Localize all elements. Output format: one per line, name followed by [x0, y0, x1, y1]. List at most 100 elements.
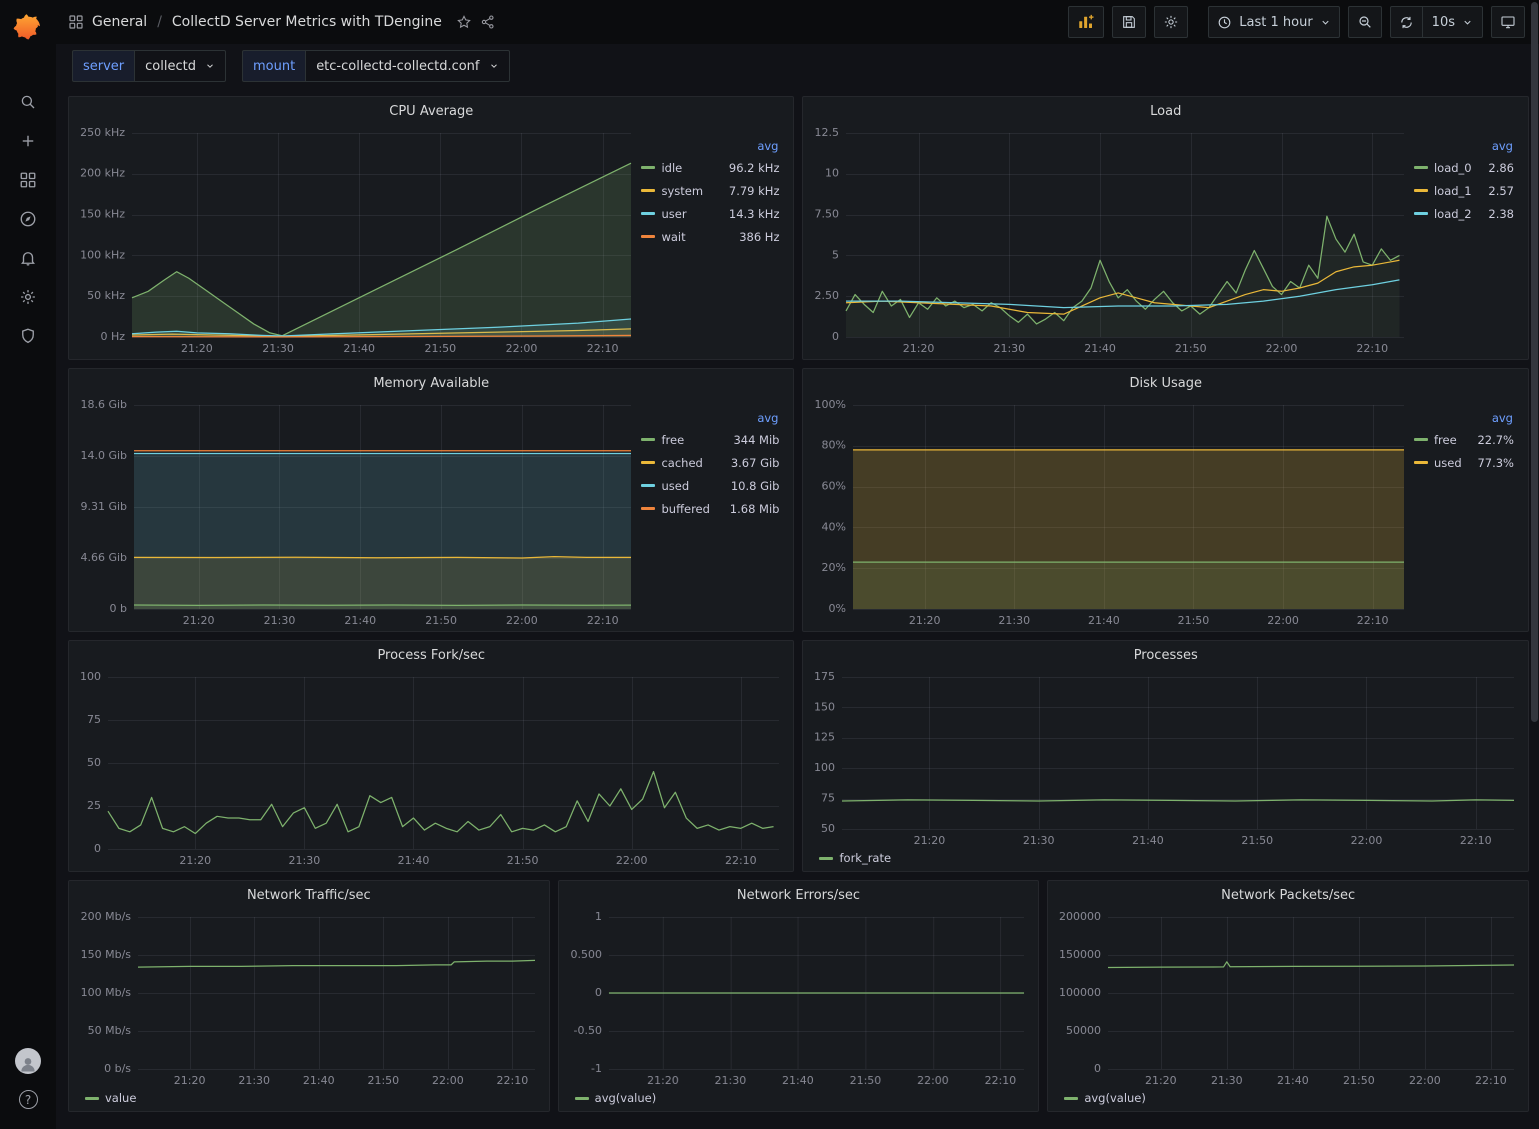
- topbar: General / CollectD Server Metrics with T…: [56, 0, 1539, 44]
- configuration-gear-icon[interactable]: [6, 277, 50, 316]
- refresh-interval-label: 10s: [1432, 15, 1455, 30]
- chart-network-packets[interactable]: [1054, 909, 1522, 1089]
- series-avg-value: 2.57: [1488, 184, 1514, 198]
- panel-legend: avg load_02.86load_12.57 load_2 2.38: [1412, 125, 1522, 357]
- chart-load[interactable]: [809, 125, 1412, 357]
- legend-item-load_2[interactable]: load_2 2.38: [1414, 202, 1514, 225]
- variable-mount: mount etc-collectd-collectd.conf: [242, 50, 510, 82]
- series-name: load_0: [1434, 161, 1472, 175]
- chart-memory-available[interactable]: [75, 397, 639, 629]
- explore-compass-icon[interactable]: [6, 199, 50, 238]
- panel-header[interactable]: Disk Usage: [803, 369, 1528, 397]
- panel-header[interactable]: Network Traffic/sec: [69, 881, 549, 909]
- server-admin-shield-icon[interactable]: [6, 316, 50, 355]
- panel-title[interactable]: Network Packets/sec: [1221, 888, 1355, 903]
- legend-avg-header[interactable]: avg: [1414, 411, 1514, 425]
- panel-header[interactable]: Network Packets/sec: [1048, 881, 1528, 909]
- chart-process-fork[interactable]: [75, 669, 787, 869]
- legend-item-value[interactable]: value: [85, 1091, 136, 1105]
- series-name: buffered: [661, 502, 709, 516]
- series-name: avg(value): [1084, 1091, 1146, 1105]
- legend-avg-header[interactable]: avg: [1414, 139, 1514, 153]
- dashboard-title[interactable]: CollectD Server Metrics with TDengine: [172, 14, 442, 30]
- legend-avg-header[interactable]: avg: [641, 411, 779, 425]
- series-avg-value: 2.38: [1488, 207, 1514, 221]
- cycle-view-button[interactable]: [1491, 6, 1525, 38]
- panel-header[interactable]: Process Fork/sec: [69, 641, 793, 669]
- legend-item-load_0[interactable]: load_02.86: [1414, 156, 1514, 179]
- legend-item-avg(value)[interactable]: avg(value): [1064, 1091, 1146, 1105]
- alerting-bell-icon[interactable]: [6, 238, 50, 277]
- panel-title[interactable]: Processes: [1134, 648, 1198, 663]
- grafana-logo-icon[interactable]: [8, 8, 48, 48]
- legend-item-free[interactable]: free344 Mib: [641, 428, 779, 451]
- legend-item-used[interactable]: used10.8 Gib: [641, 474, 779, 497]
- legend-item-user[interactable]: user14.3 kHz: [641, 202, 779, 225]
- breadcrumb-folder-link[interactable]: General: [92, 14, 147, 30]
- panel-header[interactable]: CPU Average: [69, 97, 793, 125]
- refresh-interval-select[interactable]: 10s: [1423, 6, 1483, 38]
- series-color-marker: [1414, 166, 1428, 169]
- star-icon[interactable]: [456, 14, 472, 30]
- panel-header[interactable]: Processes: [803, 641, 1528, 669]
- legend-item-idle[interactable]: idle96.2 kHz: [641, 156, 779, 179]
- panel-header[interactable]: Load: [803, 97, 1528, 125]
- chart-network-errors[interactable]: [565, 909, 1033, 1089]
- dashboard-settings-button[interactable]: [1154, 6, 1188, 38]
- dashboards-icon[interactable]: [6, 160, 50, 199]
- legend-item-buffered[interactable]: buffered1.68 Mib: [641, 497, 779, 520]
- series-name: system: [661, 184, 703, 198]
- legend-item-avg(value)[interactable]: avg(value): [575, 1091, 657, 1105]
- scrollbar[interactable]: [1531, 2, 1538, 1127]
- user-avatar[interactable]: [6, 1041, 50, 1080]
- chart-processes[interactable]: [809, 669, 1522, 849]
- series-name: load_2: [1434, 207, 1472, 221]
- create-plus-icon[interactable]: [6, 121, 50, 160]
- variable-mount-value[interactable]: etc-collectd-collectd.conf: [305, 50, 509, 82]
- dashboard-grid-icon: [68, 14, 84, 30]
- panel-title[interactable]: CPU Average: [389, 104, 473, 119]
- chevron-down-icon: [1320, 17, 1331, 28]
- time-range-picker[interactable]: Last 1 hour: [1208, 6, 1339, 38]
- panel-title[interactable]: Memory Available: [373, 376, 489, 391]
- panel-title[interactable]: Process Fork/sec: [377, 648, 485, 663]
- help-icon[interactable]: ?: [6, 1080, 50, 1119]
- refresh-button[interactable]: [1390, 6, 1423, 38]
- panel-title[interactable]: Network Errors/sec: [737, 888, 860, 903]
- breadcrumb-separator: /: [157, 14, 162, 30]
- legend-item-system[interactable]: system7.79 kHz: [641, 179, 779, 202]
- zoom-out-button[interactable]: [1348, 6, 1382, 38]
- chart-network-traffic[interactable]: [75, 909, 543, 1089]
- grafana-flame-icon: [13, 13, 43, 43]
- chart-disk-usage[interactable]: [809, 397, 1412, 629]
- legend-item-free[interactable]: free22.7%: [1414, 428, 1514, 451]
- question-mark-glyph: ?: [19, 1090, 38, 1109]
- panel-header[interactable]: Memory Available: [69, 369, 793, 397]
- legend-item-wait[interactable]: wait386 Hz: [641, 225, 779, 248]
- legend-item-cached[interactable]: cached3.67 Gib: [641, 451, 779, 474]
- series-name: user: [661, 207, 686, 221]
- panel-legend: avg free22.7%used77.3%: [1412, 397, 1522, 629]
- search-icon[interactable]: [6, 82, 50, 121]
- save-dashboard-button[interactable]: [1112, 6, 1146, 38]
- legend-item-used[interactable]: used77.3%: [1414, 451, 1514, 474]
- scrollbar-thumb[interactable]: [1531, 2, 1538, 722]
- panel-legend: avg(value): [565, 1089, 1033, 1109]
- share-icon[interactable]: [480, 14, 496, 30]
- legend-avg-header[interactable]: avg: [641, 139, 779, 153]
- chevron-down-icon: [489, 61, 499, 71]
- legend-item-fork_rate[interactable]: fork_rate: [819, 851, 891, 865]
- panel-header[interactable]: Network Errors/sec: [559, 881, 1039, 909]
- monitor-icon: [1500, 14, 1516, 30]
- legend-item-load_1[interactable]: load_12.57: [1414, 179, 1514, 202]
- toolbar: Last 1 hour 10s: [1068, 6, 1525, 38]
- variable-server-value[interactable]: collectd: [134, 50, 226, 82]
- panel-title[interactable]: Disk Usage: [1129, 376, 1202, 391]
- panel-title[interactable]: Network Traffic/sec: [247, 888, 371, 903]
- variable-mount-selected: etc-collectd-collectd.conf: [316, 59, 479, 74]
- add-panel-button[interactable]: [1068, 6, 1104, 38]
- chart-cpu-average[interactable]: [75, 125, 639, 357]
- series-color-marker: [641, 189, 655, 192]
- panel-processes: Processes fork_rate: [802, 640, 1529, 872]
- panel-title[interactable]: Load: [1150, 104, 1181, 119]
